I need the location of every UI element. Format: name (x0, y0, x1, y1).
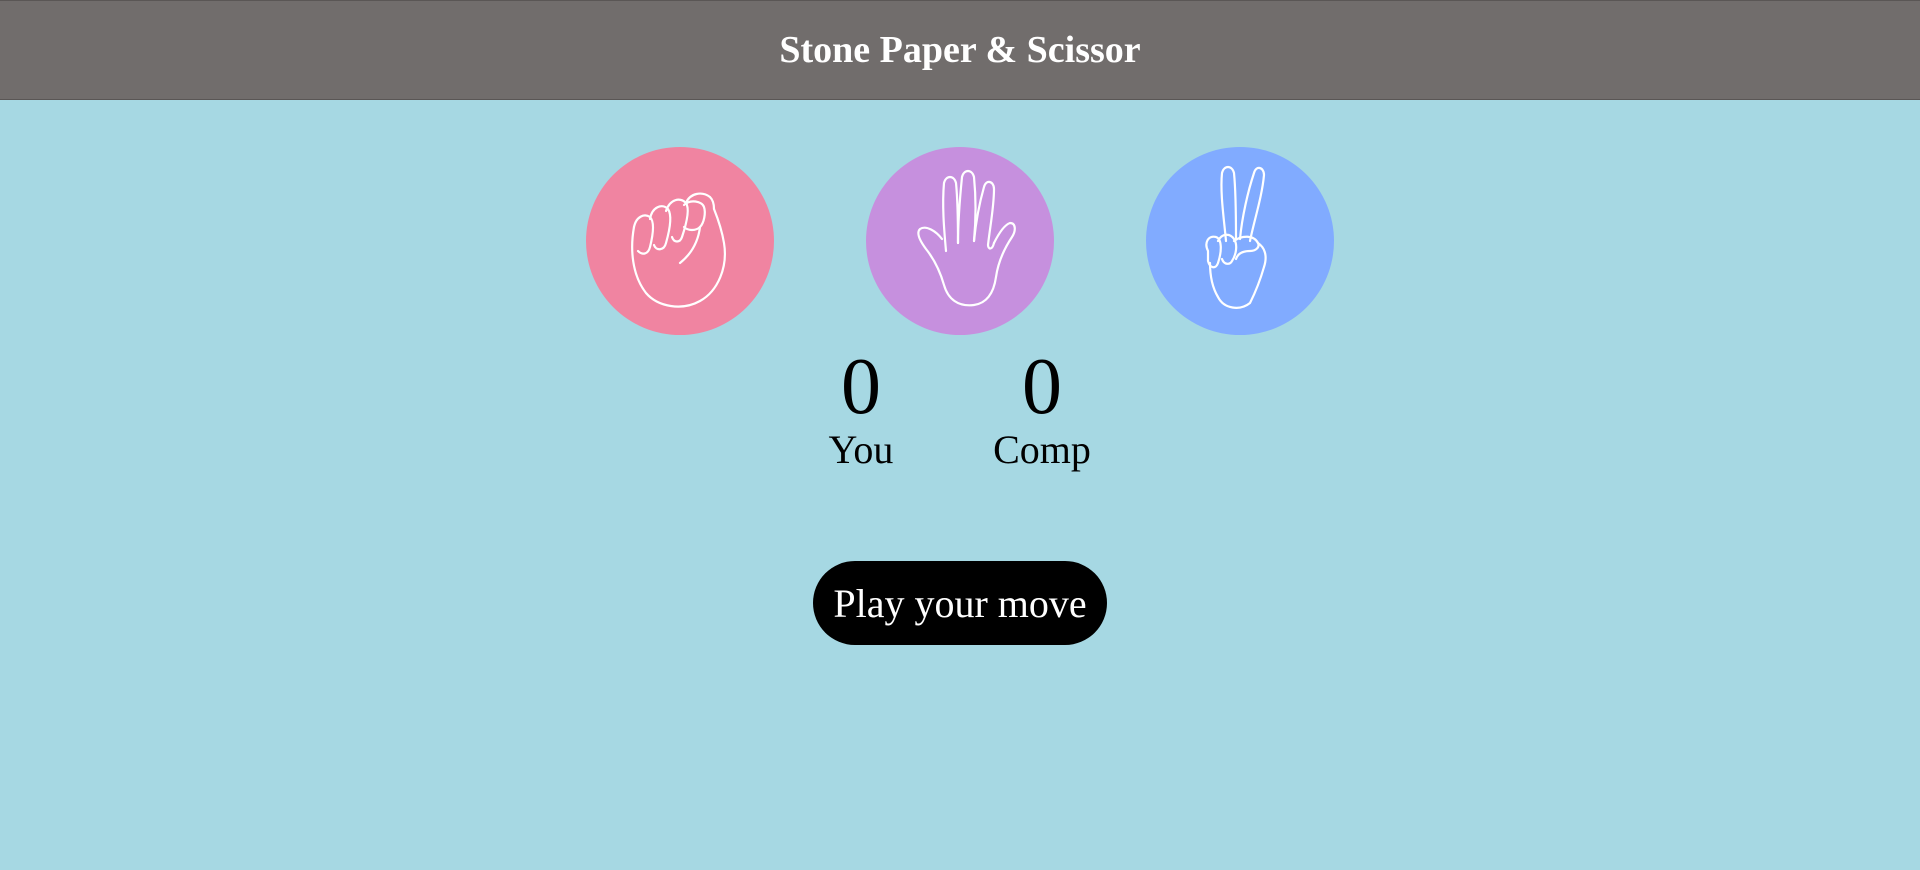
choice-scissor[interactable] (1146, 147, 1334, 335)
fist-icon (631, 192, 726, 308)
user-score-label: You (828, 427, 894, 472)
comp-score-label: Comp (993, 427, 1091, 472)
message-button[interactable]: Play your move (813, 561, 1107, 645)
choice-stone[interactable] (586, 147, 774, 335)
open-hand-icon (917, 169, 1016, 307)
comp-score-value: 0 (1022, 343, 1062, 431)
page-title: Stone Paper & Scissor (779, 29, 1141, 71)
comp-score: 0 Comp (962, 345, 1122, 473)
user-score: 0 You (781, 345, 941, 473)
user-score-value: 0 (841, 343, 881, 431)
victory-hand-icon (1205, 165, 1267, 309)
app-header: Stone Paper & Scissor (0, 0, 1920, 100)
choice-paper[interactable] (866, 147, 1054, 335)
